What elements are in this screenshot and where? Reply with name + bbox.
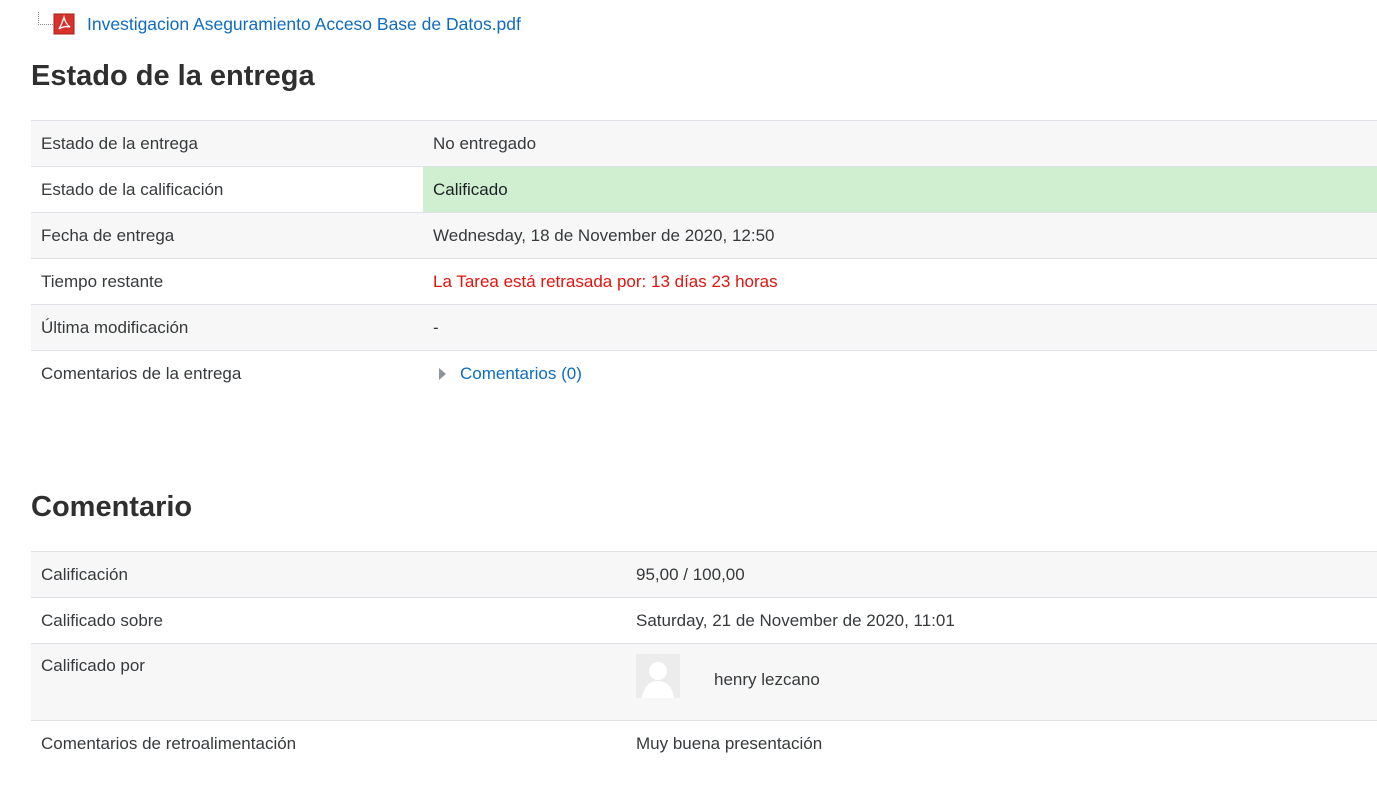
grade-value: 95,00 / 100,00 (626, 551, 1377, 598)
table-row: Comentarios de retroalimentación Muy bue… (31, 720, 1377, 766)
graded-by-cell: henry lezcano (626, 643, 1377, 721)
pdf-file-icon (53, 13, 75, 35)
table-row: Estado de la entrega No entregado (31, 120, 1377, 167)
feedback-table: Calificación 95,00 / 100,00 Calificado s… (31, 551, 1377, 766)
row-label: Calificado sobre (31, 597, 626, 644)
last-modified-value: - (423, 304, 1377, 351)
table-row: Calificado sobre Saturday, 21 de Novembe… (31, 597, 1377, 644)
due-date-value: Wednesday, 18 de November de 2020, 12:50 (423, 212, 1377, 259)
row-label: Calificado por (31, 643, 626, 721)
submission-comments-cell: Comentarios (0) (423, 350, 1377, 396)
caret-right-icon[interactable] (439, 367, 446, 380)
row-label: Fecha de entrega (31, 212, 423, 259)
table-row: Calificación 95,00 / 100,00 (31, 551, 1377, 598)
comments-toggle-link[interactable]: Comentarios (0) (460, 364, 582, 383)
table-row: Última modificación - (31, 304, 1377, 351)
table-row: Tiempo restante La Tarea está retrasada … (31, 258, 1377, 305)
submission-status-heading: Estado de la entrega (31, 60, 315, 92)
row-label: Estado de la calificación (31, 166, 423, 213)
table-row: Comentarios de la entrega Comentarios (0… (31, 350, 1377, 396)
attachment-link[interactable]: Investigacion Aseguramiento Acceso Base … (87, 14, 521, 35)
table-row: Fecha de entrega Wednesday, 18 de Novemb… (31, 212, 1377, 259)
feedback-heading: Comentario (31, 491, 193, 523)
row-label: Calificación (31, 551, 626, 598)
tree-connector (38, 12, 53, 25)
avatar[interactable] (636, 654, 680, 698)
feedback-comments-value: Muy buena presentación (626, 720, 1377, 766)
time-remaining-value: La Tarea está retrasada por: 13 días 23 … (423, 258, 1377, 305)
row-label: Comentarios de retroalimentación (31, 720, 626, 766)
submission-status-table: Estado de la entrega No entregado Estado… (31, 120, 1377, 396)
row-label: Última modificación (31, 304, 423, 351)
row-label: Tiempo restante (31, 258, 423, 305)
row-label: Comentarios de la entrega (31, 350, 423, 396)
grader-name: henry lezcano (714, 670, 820, 689)
row-label: Estado de la entrega (31, 120, 423, 167)
graded-on-value: Saturday, 21 de November de 2020, 11:01 (626, 597, 1377, 644)
submission-status-value: No entregado (423, 120, 1377, 167)
grading-status-value: Calificado (423, 166, 1377, 213)
table-row: Estado de la calificación Calificado (31, 166, 1377, 213)
table-row: Calificado por henry lezcano (31, 643, 1377, 721)
